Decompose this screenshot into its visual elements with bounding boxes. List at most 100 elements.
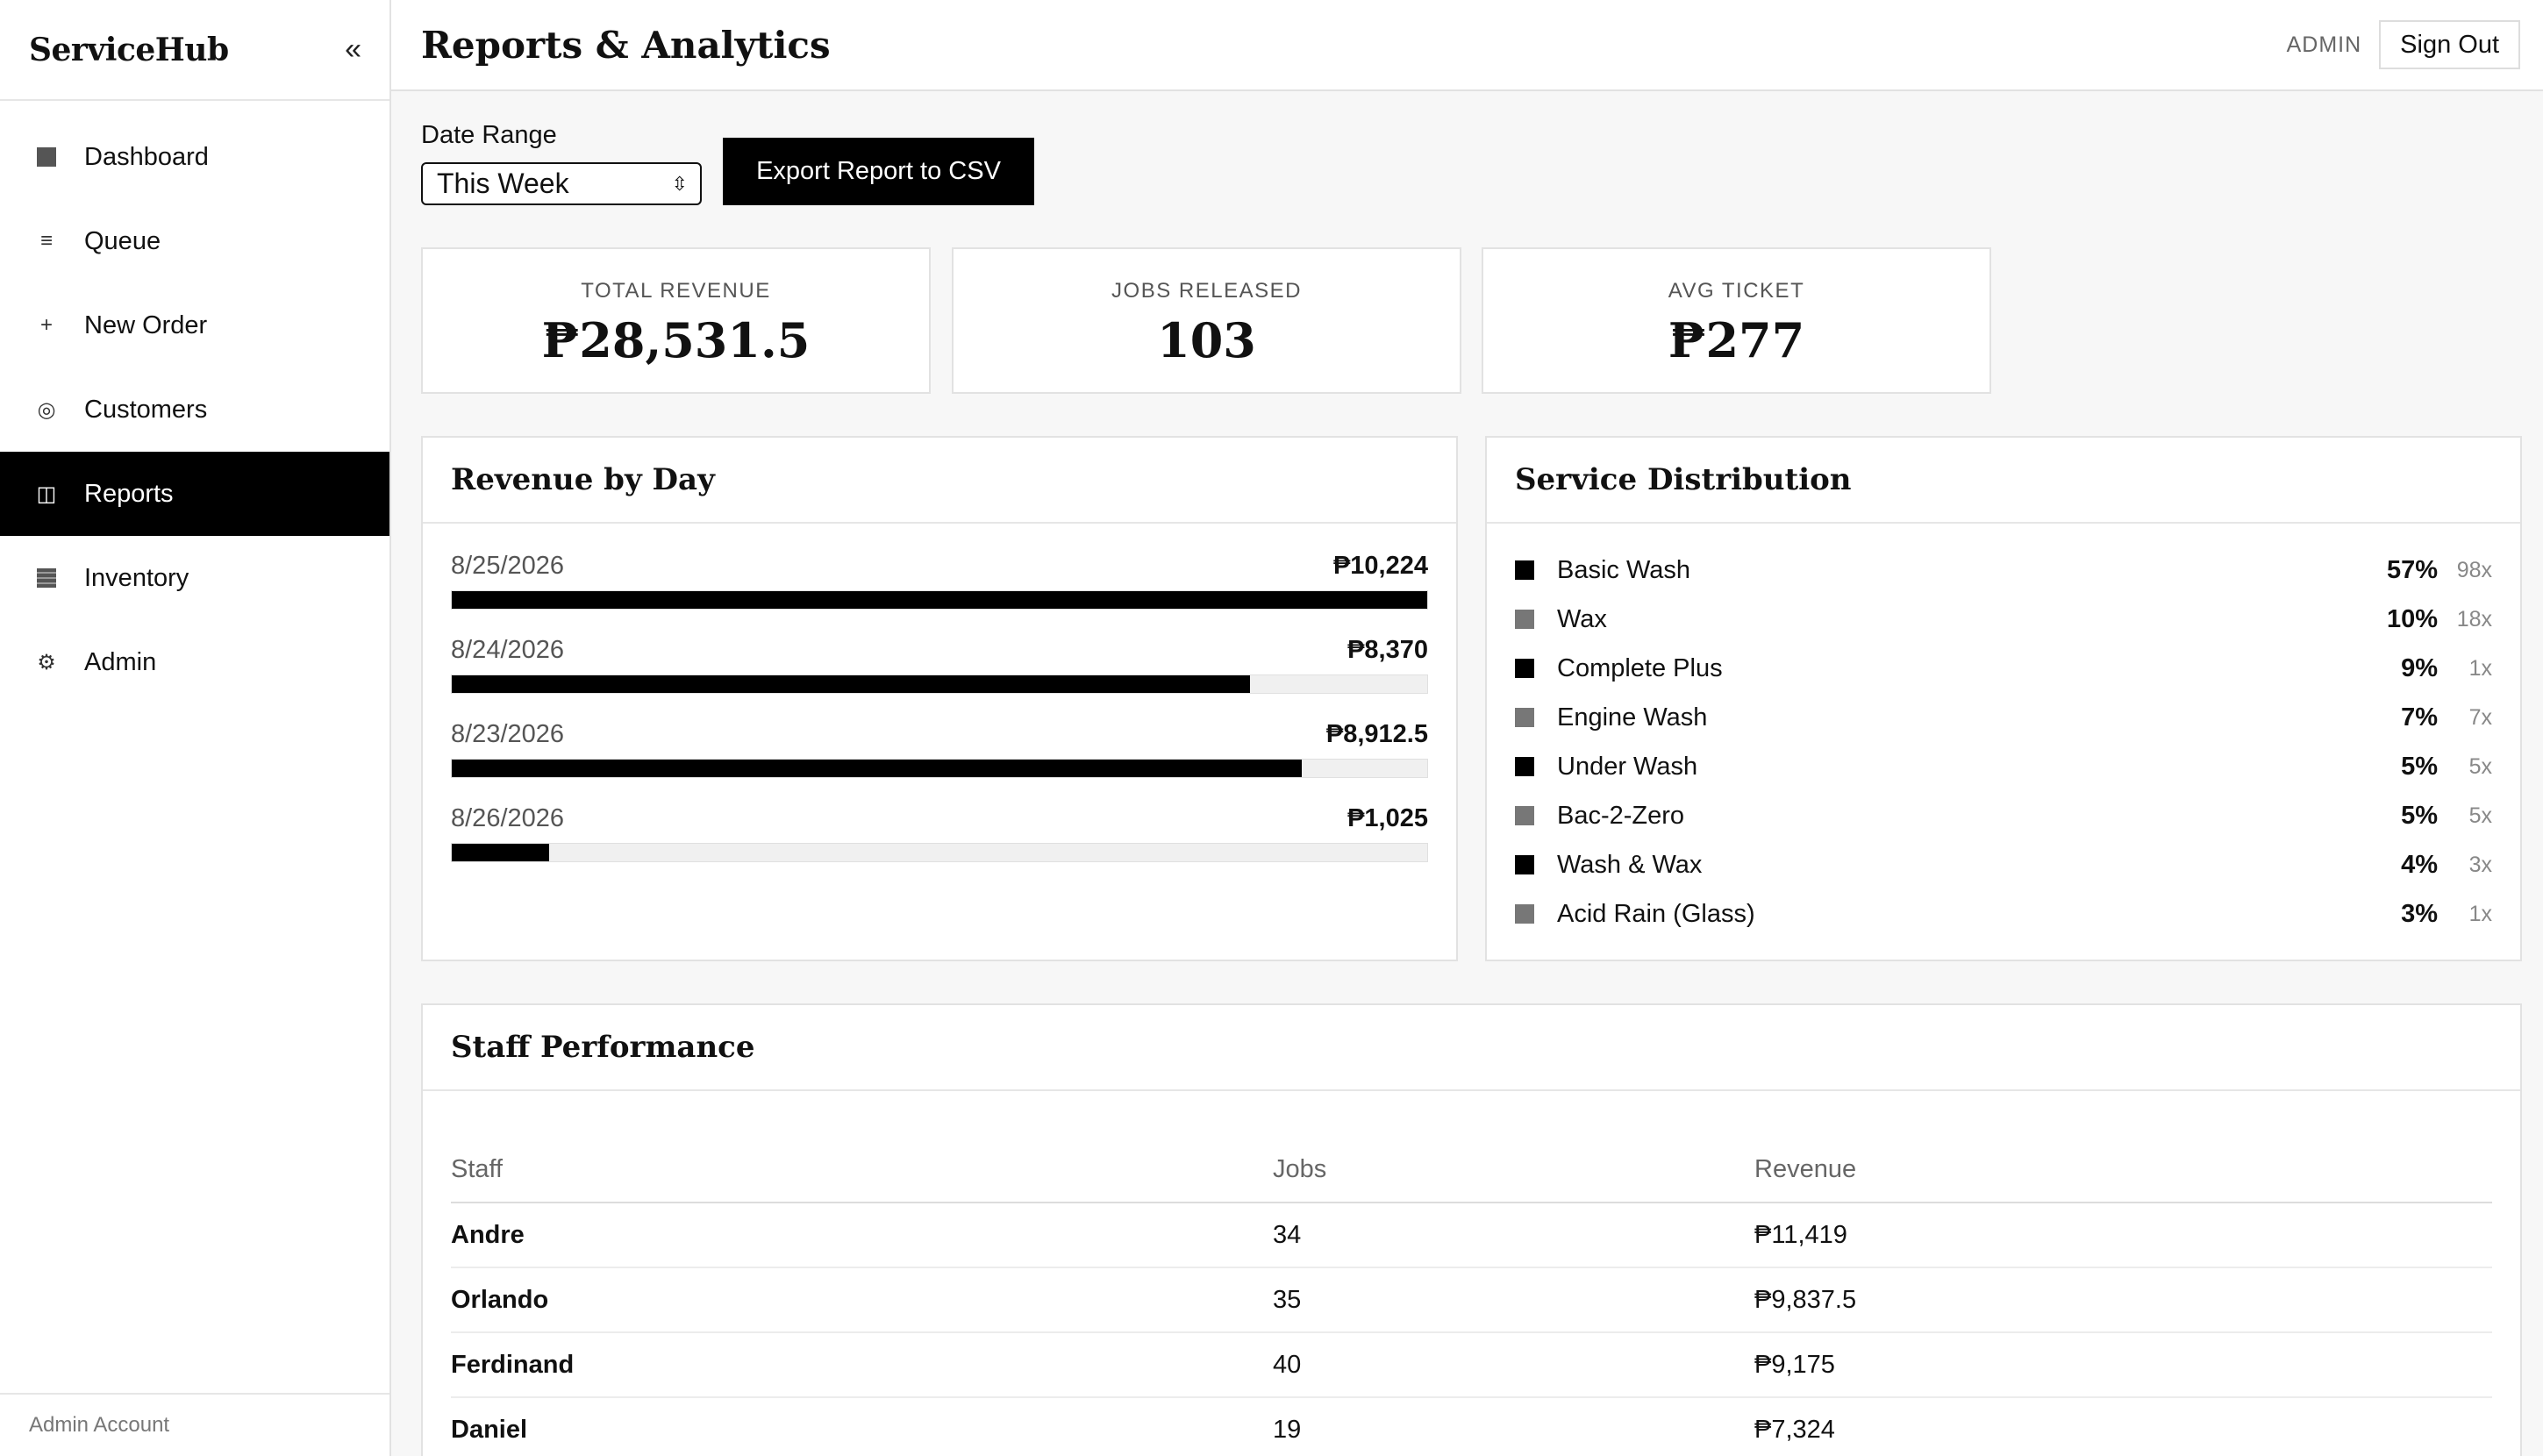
- service-count: 5x: [2468, 803, 2492, 828]
- sidebar-item-admin[interactable]: ⚙ Admin: [0, 620, 389, 704]
- sidebar-nav: Dashboard ≡ Queue + New Order ◎ Customer…: [0, 115, 389, 704]
- sidebar-item-label: Reports: [84, 479, 174, 508]
- revenue-date: 8/24/2026: [451, 636, 565, 664]
- kpi-card-avg-ticket: AVG TICKET ₱277: [1482, 247, 1991, 394]
- revenue-amount: ₱8,912.5: [1325, 720, 1428, 748]
- service-swatch: [1515, 757, 1534, 776]
- staff-revenue: ₱9,175: [1754, 1350, 1835, 1379]
- kpi-label: TOTAL REVENUE: [581, 279, 771, 303]
- service-count: 98x: [2456, 557, 2492, 582]
- staff-name: Daniel: [451, 1415, 528, 1444]
- sidebar-item-inventory[interactable]: Inventory: [0, 536, 389, 620]
- column-header-staff: Staff: [451, 1154, 504, 1183]
- service-name: Bac-2-Zero: [1557, 801, 1685, 830]
- sidebar-footer: Admin Account: [0, 1393, 389, 1456]
- sidebar-item-label: Admin: [84, 647, 157, 676]
- panel-title: Staff Performance: [423, 1005, 2520, 1091]
- revenue-bar: [452, 844, 550, 861]
- service-swatch: [1515, 904, 1534, 924]
- sidebar-item-dashboard[interactable]: Dashboard: [0, 115, 389, 199]
- table-row: Orlando 35 ₱9,837.5: [451, 1268, 2492, 1333]
- kpi-value: ₱28,531.5: [541, 312, 811, 368]
- service-count: 1x: [2468, 901, 2492, 926]
- service-row: Acid Rain (Glass) 3% 1x: [1515, 896, 2492, 931]
- sidebar-item-customers[interactable]: ◎ Customers: [0, 368, 389, 452]
- staff-jobs: 40: [1273, 1350, 1302, 1379]
- staff-jobs: 19: [1273, 1415, 1302, 1444]
- staff-revenue: ₱9,837.5: [1754, 1285, 1857, 1314]
- page-title: Reports & Analytics: [421, 23, 831, 67]
- select-arrows-icon: ⇳: [671, 172, 688, 195]
- sidebar-item-label: Inventory: [84, 563, 189, 592]
- staff-performance-panel: Staff Performance Staff Jobs Revenue And…: [421, 1003, 2522, 1456]
- service-swatch: [1515, 659, 1534, 678]
- sidebar-item-new-order[interactable]: + New Order: [0, 283, 389, 368]
- role-badge: ADMIN: [2286, 32, 2362, 57]
- date-range-select[interactable]: This Week ⇳: [421, 162, 702, 205]
- sidebar-item-reports[interactable]: ◫ Reports: [0, 452, 389, 536]
- staff-jobs: 34: [1273, 1220, 1302, 1249]
- kpi-label: JOBS RELEASED: [1111, 279, 1302, 303]
- service-row: Under Wash 5% 5x: [1515, 749, 2492, 784]
- service-row: Engine Wash 7% 7x: [1515, 700, 2492, 735]
- revenue-amount: ₱1,025: [1347, 804, 1428, 832]
- panel-title: Service Distribution: [1487, 438, 2520, 524]
- service-row: Basic Wash 57% 98x: [1515, 553, 2492, 588]
- staff-revenue: ₱11,419: [1754, 1220, 1847, 1249]
- revenue-bar: [452, 591, 1427, 609]
- service-row: Bac-2-Zero 5% 5x: [1515, 798, 2492, 833]
- revenue-day-row: 8/24/2026 ₱8,370: [451, 636, 1428, 697]
- service-swatch: [1515, 855, 1534, 874]
- reports-icon: ◫: [36, 482, 57, 506]
- table-row: Ferdinand 40 ₱9,175: [451, 1333, 2492, 1398]
- revenue-date: 8/23/2026: [451, 720, 565, 748]
- collapse-sidebar-icon[interactable]: «: [345, 32, 361, 67]
- kpi-value: 103: [1157, 312, 1256, 368]
- revenue-amount: ₱10,224: [1332, 552, 1428, 580]
- sidebar-item-label: New Order: [84, 310, 208, 339]
- user-area: ADMIN Sign Out: [2287, 20, 2520, 69]
- table-row: Andre 34 ₱11,419: [451, 1203, 2492, 1268]
- sidebar-item-label: Queue: [84, 226, 161, 255]
- service-name: Basic Wash: [1557, 555, 1691, 584]
- revenue-day-row: 8/23/2026 ₱8,912.5: [451, 720, 1428, 782]
- table-row: Daniel 19 ₱7,324: [451, 1398, 2492, 1456]
- revenue-bar-track: [451, 590, 1428, 610]
- staff-jobs: 35: [1273, 1285, 1302, 1314]
- column-header-jobs: Jobs: [1273, 1154, 1327, 1183]
- plus-icon: +: [39, 313, 53, 337]
- sidebar-item-queue[interactable]: ≡ Queue: [0, 199, 389, 283]
- revenue-bar: [452, 760, 1303, 777]
- account-label: Admin Account: [29, 1413, 170, 1437]
- service-count: 5x: [2468, 753, 2492, 779]
- service-swatch: [1515, 708, 1534, 727]
- kpi-label: AVG TICKET: [1668, 279, 1805, 303]
- sidebar: ServiceHub « Dashboard ≡ Queue + New Ord…: [0, 0, 391, 1456]
- service-name: Acid Rain (Glass): [1557, 899, 1755, 928]
- revenue-bar: [452, 675, 1251, 693]
- service-name: Complete Plus: [1557, 653, 1723, 682]
- staff-name: Andre: [451, 1220, 525, 1249]
- sidebar-header: ServiceHub «: [0, 0, 389, 101]
- staff-name: Orlando: [451, 1285, 549, 1314]
- kpi-card-total-revenue: TOTAL REVENUE ₱28,531.5: [421, 247, 931, 394]
- export-csv-button[interactable]: Export Report to CSV: [723, 138, 1034, 205]
- inventory-icon: [35, 567, 58, 589]
- revenue-day-row: 8/25/2026 ₱10,224: [451, 552, 1428, 613]
- staff-revenue: ₱7,324: [1754, 1415, 1835, 1444]
- service-percent: 3%: [2401, 899, 2438, 928]
- revenue-bar-track: [451, 674, 1428, 694]
- panel-title: Revenue by Day: [423, 438, 1456, 524]
- revenue-date: 8/26/2026: [451, 804, 565, 832]
- brand-logo: ServiceHub: [29, 31, 229, 68]
- kpi-value: ₱277: [1668, 312, 1805, 368]
- column-header-revenue: Revenue: [1754, 1154, 1857, 1183]
- report-controls: Date Range This Week ⇳: [421, 121, 702, 205]
- revenue-bar-track: [451, 843, 1428, 862]
- sign-out-button[interactable]: Sign Out: [2379, 20, 2520, 69]
- top-bar: Reports & Analytics ADMIN Sign Out: [391, 0, 2543, 91]
- service-swatch: [1515, 560, 1534, 580]
- service-percent: 10%: [2386, 604, 2438, 633]
- service-count: 1x: [2468, 655, 2492, 681]
- service-name: Engine Wash: [1557, 703, 1708, 732]
